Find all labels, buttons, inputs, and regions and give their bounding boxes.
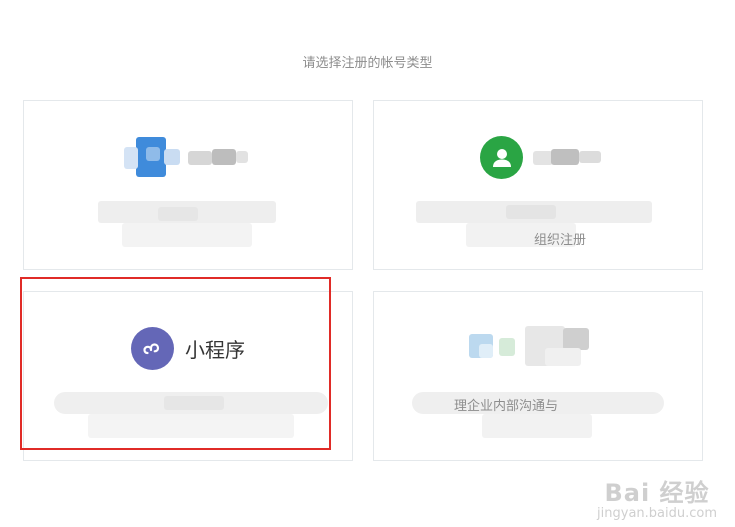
account-type-card-mini-program[interactable]: 小程序 bbox=[23, 291, 353, 461]
card-2-description-fragment: 组织注册 bbox=[534, 233, 587, 248]
baidu-jingyan-watermark: Bai 经验 jingyan.baidu.com bbox=[597, 473, 717, 521]
person-icon bbox=[480, 136, 523, 179]
account-type-card-4[interactable]: 理企业内部沟通与 bbox=[373, 291, 703, 461]
blurred-mini-program-description bbox=[54, 392, 330, 440]
blurred-account-description bbox=[98, 201, 278, 249]
account-type-card-2[interactable]: 组织注册 bbox=[373, 100, 703, 270]
card-1-header bbox=[124, 135, 258, 181]
mini-program-title: 小程序 bbox=[185, 338, 245, 362]
mini-program-icon bbox=[131, 327, 174, 370]
card-2-header bbox=[480, 136, 613, 179]
blurred-account-icon bbox=[469, 324, 525, 370]
account-type-card-1[interactable] bbox=[23, 100, 353, 270]
blurred-account-title bbox=[525, 324, 605, 370]
page-title: 请选择注册的帐号类型 bbox=[302, 56, 433, 71]
watermark-url: jingyan.baidu.com bbox=[597, 506, 717, 521]
mini-program-header: 小程序 bbox=[131, 327, 245, 370]
blurred-account-icon bbox=[124, 135, 184, 181]
blurred-account-title bbox=[188, 147, 258, 169]
blurred-account-title bbox=[533, 147, 613, 169]
watermark-logo-text: Bai 经验 bbox=[604, 479, 710, 507]
card-4-header bbox=[469, 324, 605, 370]
card-4-description-fragment: 理企业内部沟通与 bbox=[454, 399, 559, 414]
